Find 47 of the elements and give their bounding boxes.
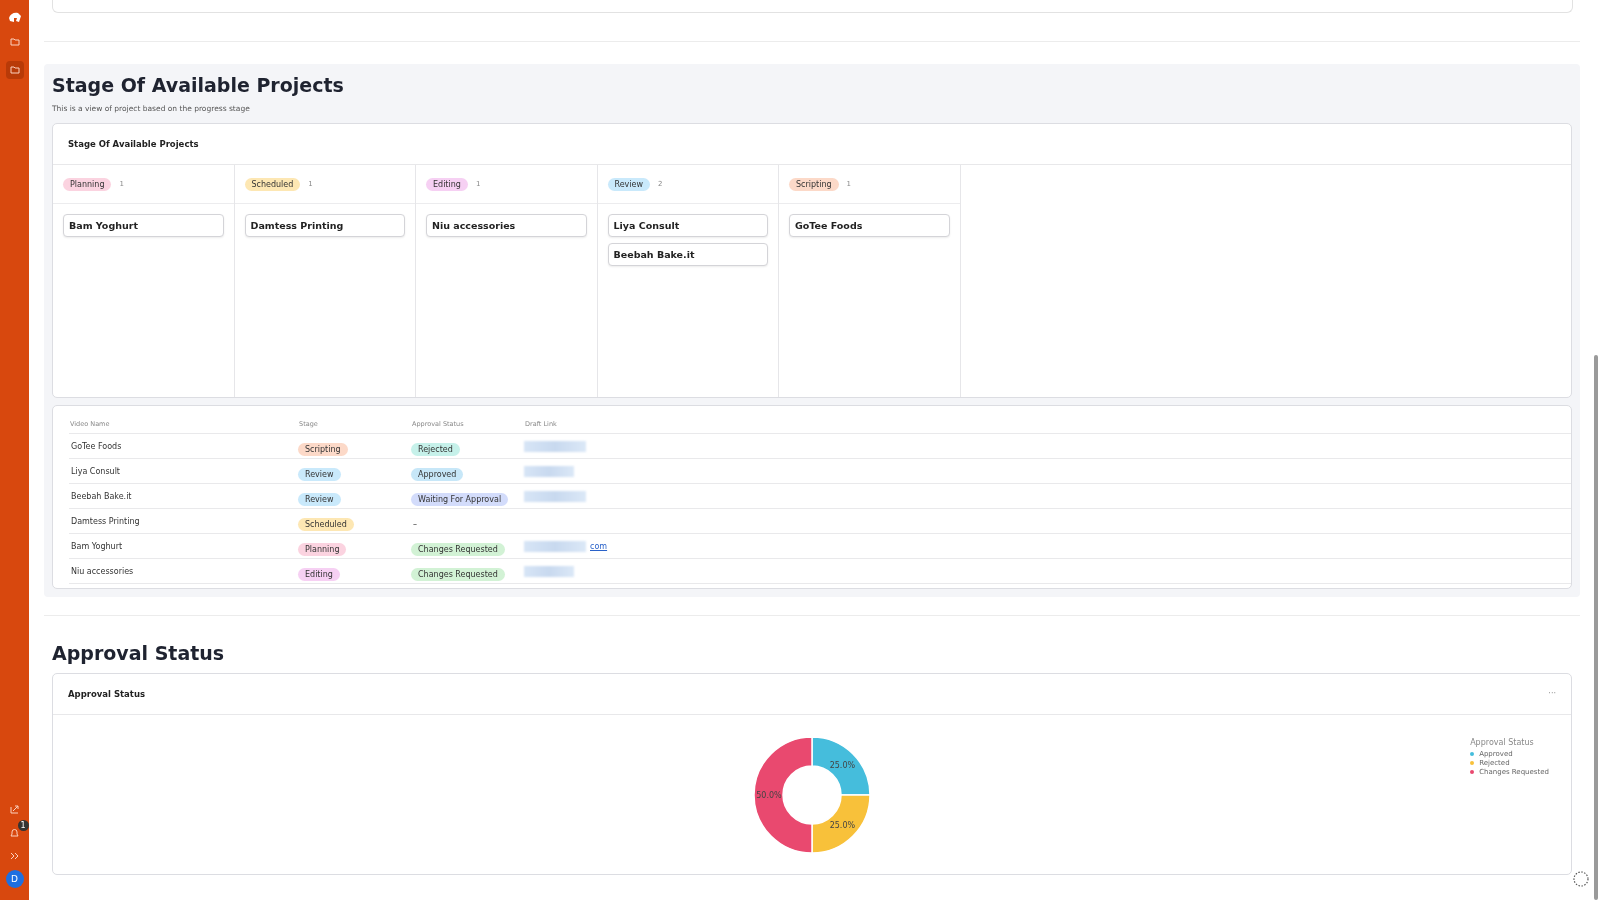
legend-title: Approval Status: [1470, 738, 1535, 747]
table-cell-text: –: [412, 519, 417, 529]
project-card[interactable]: Bam Yoghurt: [63, 214, 224, 237]
expand-icon[interactable]: [9, 852, 20, 860]
logo-icon[interactable]: [7, 12, 22, 23]
stage-tag: Planning: [63, 177, 112, 191]
project-card[interactable]: Damtess Printing: [244, 214, 405, 237]
share-icon[interactable]: [9, 804, 20, 814]
stage-tag: Editing: [426, 177, 468, 191]
stage-tag: Scheduled: [244, 177, 301, 191]
table-cell-text: Niu accessories: [70, 566, 135, 576]
stage-tag: Review: [298, 492, 341, 506]
project-card[interactable]: GoTee Foods: [789, 214, 950, 237]
stage-tag: Review: [607, 177, 651, 191]
project-card[interactable]: Beebah Bake.it: [607, 243, 768, 266]
slice-label: 25.0%: [829, 760, 856, 770]
stage-tag: Scripting: [298, 442, 348, 456]
project-card[interactable]: Liya Consult: [607, 214, 768, 237]
table-cell-text: GoTee Foods: [70, 441, 123, 451]
bell-icon[interactable]: [10, 828, 19, 838]
scrollbar[interactable]: [1594, 355, 1598, 900]
stage-tag: Editing: [298, 567, 340, 581]
board-title: Stage Of Available Projects: [53, 124, 1571, 165]
status-tag: Waiting For Approval: [411, 492, 509, 506]
notification-badge: 1: [17, 820, 29, 831]
status-tag: Changes Requested: [411, 567, 505, 581]
slice-label: 25.0%: [829, 820, 856, 830]
table-cell-text: Damtess Printing: [70, 516, 141, 526]
section-title: Stage Of Available Projects: [52, 74, 345, 96]
stage-tag: Review: [298, 467, 341, 481]
table-cell-text: Liya Consult: [70, 466, 121, 476]
chart-title: Approval Status: [68, 689, 146, 699]
loading-icon: [1572, 870, 1590, 888]
stage-tag: Scheduled: [298, 517, 354, 531]
draft-link[interactable]: com: [590, 541, 608, 551]
stage-tag: Planning: [298, 542, 347, 556]
table-cell-text: Beebah Bake.it: [70, 491, 133, 501]
status-tag: Changes Requested: [411, 542, 505, 556]
status-tag: Approved: [411, 467, 464, 481]
user-avatar[interactable]: D: [5, 870, 24, 888]
folder-icon[interactable]: [5, 61, 24, 79]
stage-tag: Scripting: [789, 177, 839, 191]
status-tag: Rejected: [411, 442, 460, 456]
section-title: Approval Status: [52, 642, 226, 664]
slice-label: 50.0%: [756, 790, 782, 800]
project-card[interactable]: Niu accessories: [426, 214, 587, 237]
table-cell-text: Bam Yoghurt: [70, 541, 124, 551]
